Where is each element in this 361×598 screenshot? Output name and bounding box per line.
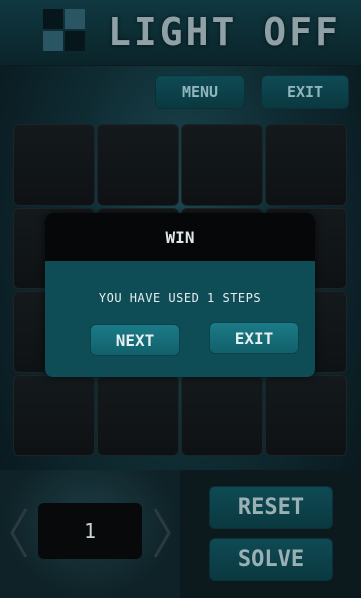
board-cell[interactable] (265, 124, 347, 206)
menu-button[interactable]: MENU (155, 75, 245, 109)
dialog-exit-button[interactable]: EXIT (209, 322, 299, 354)
exit-button[interactable]: EXIT (261, 75, 349, 109)
board-cell[interactable] (181, 124, 263, 206)
reset-button[interactable]: RESET (209, 486, 333, 529)
level-display: 1 (38, 503, 142, 559)
board-cell[interactable] (97, 374, 179, 456)
board-cell[interactable] (181, 374, 263, 456)
solve-button[interactable]: SOLVE (209, 538, 333, 581)
app-header: LIGHT OFF (0, 0, 361, 66)
board-cell[interactable] (97, 124, 179, 206)
logo-icon (43, 9, 85, 51)
chevron-left-icon[interactable] (8, 505, 30, 561)
board-cell[interactable] (265, 374, 347, 456)
app-title: LIGHT OFF (108, 10, 341, 54)
board-cell[interactable] (13, 374, 95, 456)
dialog-title: WIN (45, 213, 315, 261)
dialog-message: YOU HAVE USED 1 STEPS (98, 291, 262, 305)
win-dialog: WIN YOU HAVE USED 1 STEPS NEXT EXIT (45, 213, 315, 377)
chevron-right-icon[interactable] (151, 505, 173, 561)
next-button[interactable]: NEXT (90, 324, 180, 356)
board-cell[interactable] (13, 124, 95, 206)
